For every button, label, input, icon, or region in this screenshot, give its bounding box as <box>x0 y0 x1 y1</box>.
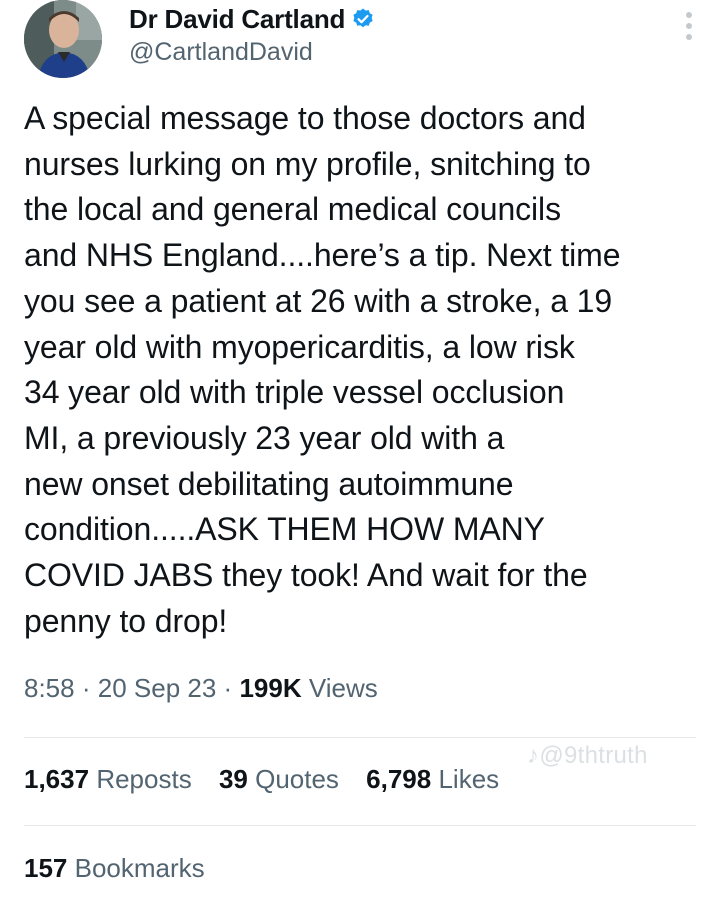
bookmarks-stat[interactable]: 157 Bookmarks <box>24 853 205 884</box>
quotes-label: Quotes <box>255 764 339 794</box>
author-handle[interactable]: @CartlandDavid <box>129 38 375 67</box>
divider <box>24 825 696 826</box>
meta-separator: · <box>81 673 91 703</box>
quotes-stat[interactable]: 39 Quotes <box>219 764 339 794</box>
divider <box>24 737 696 738</box>
avatar[interactable] <box>24 0 102 78</box>
likes-count: 6,798 <box>366 764 432 794</box>
tweet-meta: 8:58 · 20 Sep 23 · 199K Views <box>24 673 378 704</box>
meta-separator: · <box>223 673 233 703</box>
views-count: 199K <box>239 673 302 703</box>
tweet-header: Dr David Cartland @CartlandDavid <box>24 0 696 80</box>
bookmarks-label: Bookmarks <box>74 853 205 883</box>
watermark-text: @9thtruth <box>539 742 648 769</box>
author-names: Dr David Cartland @CartlandDavid <box>129 2 375 67</box>
display-name-row: Dr David Cartland <box>129 2 375 36</box>
reposts-stat[interactable]: 1,637 Reposts <box>24 764 192 794</box>
reposts-label: Reposts <box>96 764 192 794</box>
tiktok-icon: ♪ <box>527 742 540 769</box>
watermark: ♪@9thtruth <box>527 742 648 770</box>
avatar-image <box>24 0 102 78</box>
tweet-date[interactable]: 20 Sep 23 <box>98 673 217 703</box>
more-options-icon[interactable] <box>684 12 694 46</box>
tweet-time[interactable]: 8:58 <box>24 673 75 703</box>
display-name[interactable]: Dr David Cartland <box>129 4 345 35</box>
bookmarks-count: 157 <box>24 853 68 883</box>
engagement-stats: 1,637 Reposts 39 Quotes 6,798 Likes <box>24 764 519 795</box>
verified-badge-icon <box>351 7 375 31</box>
likes-label: Likes <box>438 764 500 794</box>
tweet-detail: Dr David Cartland @CartlandDavid A speci… <box>0 0 720 897</box>
quotes-count: 39 <box>218 764 248 794</box>
reposts-count: 1,637 <box>24 764 90 794</box>
likes-stat[interactable]: 6,798 Likes <box>366 764 499 794</box>
tweet-text: A special message to those doctors and n… <box>24 100 621 639</box>
views-label: Views <box>308 673 378 703</box>
